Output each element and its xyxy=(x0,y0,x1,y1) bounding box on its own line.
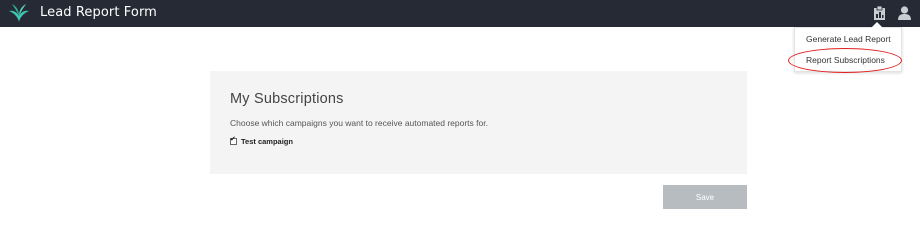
page-title: My Subscriptions xyxy=(230,91,344,107)
reports-dropdown-menu: Generate Lead Report Report Subscription… xyxy=(794,22,902,72)
menu-item-generate-lead-report[interactable]: Generate Lead Report xyxy=(806,34,891,44)
user-icon[interactable] xyxy=(897,5,912,21)
campaign-option: Test campaign xyxy=(230,136,293,146)
subscriptions-panel: My Subscriptions Choose which campaigns … xyxy=(210,71,747,174)
campaign-label[interactable]: Test campaign xyxy=(241,137,293,146)
clipboard-icon[interactable] xyxy=(872,5,887,21)
top-navbar: Lead Report Form xyxy=(0,0,920,27)
leaf-logo-icon[interactable] xyxy=(8,2,30,24)
menu-item-report-subscriptions[interactable]: Report Subscriptions xyxy=(806,55,885,65)
subscriptions-description: Choose which campaigns you want to recei… xyxy=(230,118,488,128)
app-title: Lead Report Form xyxy=(40,5,157,20)
campaign-checkbox[interactable] xyxy=(230,136,237,145)
save-button[interactable]: Save xyxy=(663,185,747,209)
